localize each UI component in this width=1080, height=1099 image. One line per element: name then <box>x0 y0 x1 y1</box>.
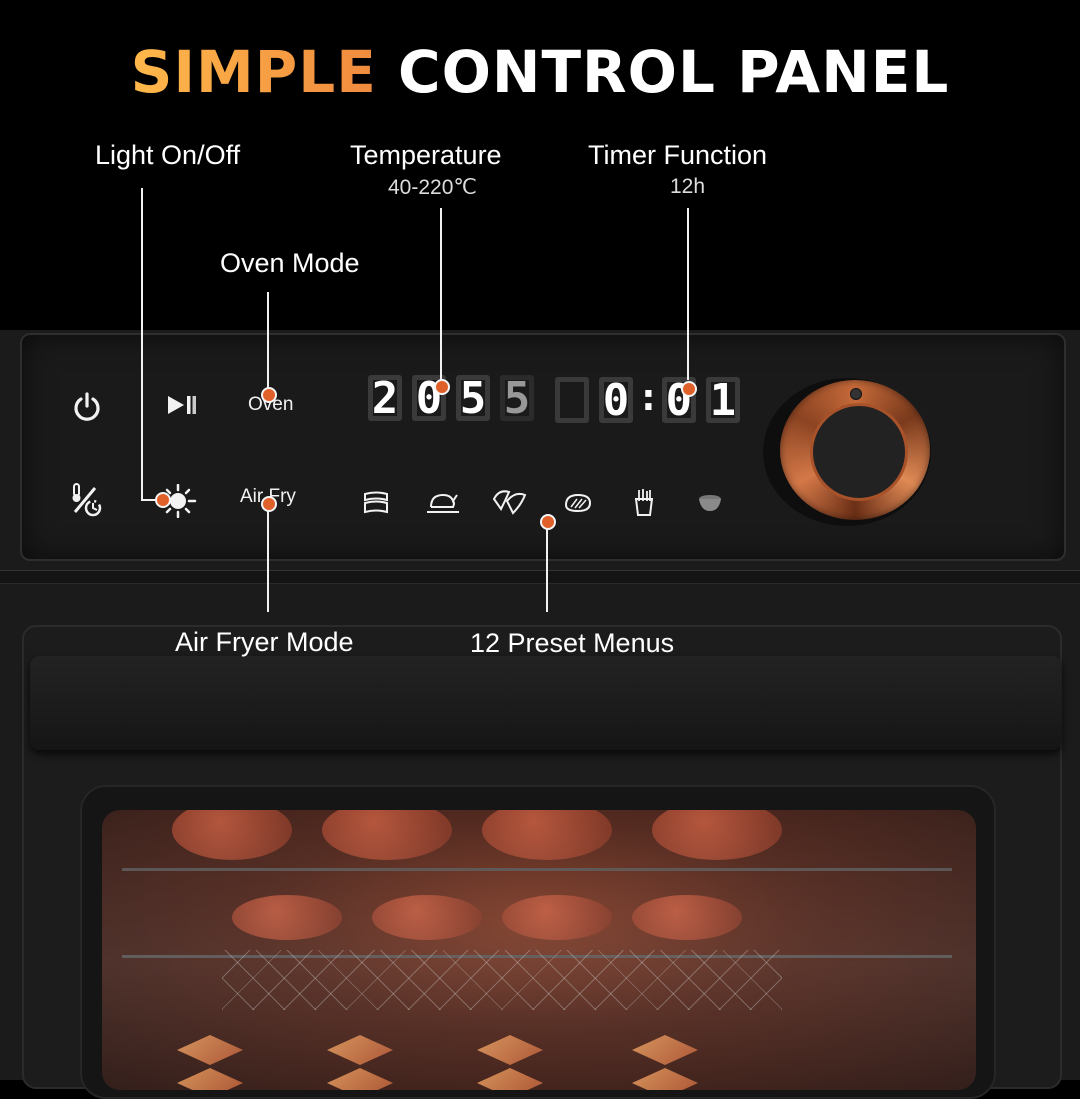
temp-time-toggle-icon <box>72 483 102 517</box>
callout-line <box>141 188 143 501</box>
callout-line <box>267 502 269 612</box>
title-rest: CONTROL PANEL <box>398 38 950 106</box>
steak-icon <box>564 493 592 513</box>
callout-dot <box>540 514 556 530</box>
callout-temperature-range: 40-220℃ <box>388 176 477 199</box>
callout-timer-range: 12h <box>670 175 706 198</box>
door-handle[interactable] <box>30 656 1062 750</box>
power-icon <box>74 392 100 421</box>
timer-digit: 0 <box>599 375 633 426</box>
callout-line <box>687 208 689 380</box>
timer-digit <box>555 377 589 423</box>
callout-dot <box>434 379 450 395</box>
preset-chicken-button[interactable] <box>424 486 462 518</box>
callout-dot <box>261 496 277 512</box>
callout-dot <box>155 492 171 508</box>
title-accent: SIMPLE <box>130 38 377 106</box>
callout-line <box>440 208 442 380</box>
bacon-icon <box>364 491 388 514</box>
roast-chicken-icon <box>427 493 459 513</box>
callout-presets-label: 12 Preset Menus <box>470 628 675 658</box>
play-pause-icon <box>168 396 196 414</box>
callout-oven-mode-label: Oven Mode <box>220 248 360 278</box>
fries-icon <box>634 489 654 516</box>
knob-marker <box>850 388 862 400</box>
temperature-display: 2 0 5 5 <box>368 373 544 424</box>
temp-digit: 5 <box>456 373 490 424</box>
callout-timer-label: Timer Function <box>588 140 768 170</box>
power-button[interactable] <box>70 390 104 424</box>
timer-digit: 1 <box>705 375 740 426</box>
preset-steak-button[interactable] <box>562 490 594 516</box>
callout-temperature-label: Temperature <box>350 140 502 170</box>
preset-bowl-button[interactable] <box>696 492 724 514</box>
chicken-wings-icon <box>492 490 527 515</box>
callout-line <box>546 522 548 612</box>
callout-dot <box>681 381 697 397</box>
knob-center[interactable] <box>810 403 908 501</box>
preset-fries-button[interactable] <box>632 486 656 518</box>
timer-colon: : <box>637 375 660 419</box>
timer-display: 0 : 0 1 <box>555 375 750 426</box>
callout-dot <box>261 387 277 403</box>
temp-digit: 2 <box>368 373 402 424</box>
callout-air-fryer-label: Air Fryer Mode <box>175 627 354 657</box>
temp-time-toggle-button[interactable] <box>68 480 104 520</box>
steam-haze <box>102 810 976 1090</box>
temp-digit: 5 <box>500 373 534 424</box>
page-title: SIMPLE CONTROL PANEL <box>0 38 1080 106</box>
callout-line <box>267 292 269 392</box>
panel-seam <box>0 570 1080 584</box>
start-pause-button[interactable] <box>164 392 200 418</box>
preset-wings-button[interactable] <box>490 486 530 518</box>
oven-window <box>102 810 976 1090</box>
preset-bacon-button[interactable] <box>360 488 392 518</box>
bowl-icon <box>699 495 721 511</box>
callout-light-label: Light On/Off <box>95 140 241 170</box>
